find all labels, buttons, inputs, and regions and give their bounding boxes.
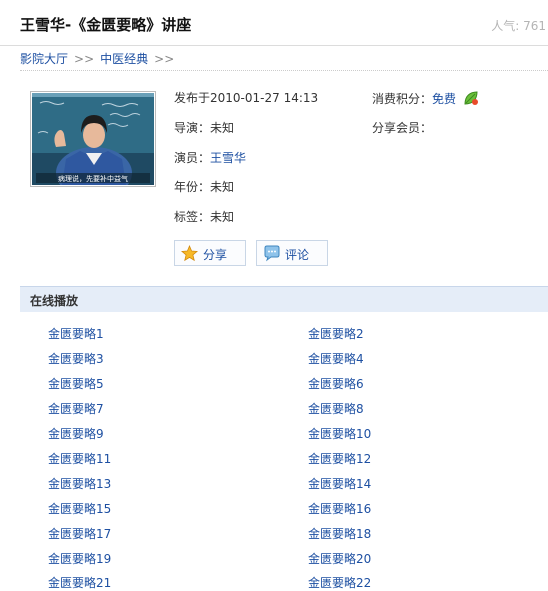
episode-link[interactable]: 金匮要略5 <box>48 375 104 392</box>
popularity-value: 761 <box>523 19 546 33</box>
year-label: 年份： <box>174 180 211 194</box>
share-button-label: 分享 <box>203 248 228 262</box>
sharer-label: 分享会员： <box>372 121 433 135</box>
leaf-icon <box>464 91 478 105</box>
episode-link[interactable]: 金匮要略22 <box>308 574 371 591</box>
tags-field: 标签：未知 <box>174 208 234 225</box>
video-poster[interactable]: 病理说，先要补中益气 <box>30 91 156 187</box>
sharer-field: 分享会员： <box>372 119 432 136</box>
episode-link[interactable]: 金匮要略20 <box>308 550 371 567</box>
cost-points: 消费积分：免费 <box>372 89 480 107</box>
year-value: 未知 <box>210 180 235 194</box>
breadcrumb-separator: >> <box>154 52 175 66</box>
online-play-title: 在线播放 <box>30 294 79 308</box>
cost-points-label: 消费积分： <box>372 92 433 106</box>
episode-link[interactable]: 金匮要略17 <box>48 525 111 542</box>
breadcrumb-separator: >> <box>74 52 95 66</box>
episode-link[interactable]: 金匮要略14 <box>308 475 371 492</box>
star-icon <box>181 245 198 262</box>
breadcrumb-tcm-classics[interactable]: 中医经典 <box>100 52 148 66</box>
publish-date-label: 发布于 <box>174 91 211 105</box>
poster-image: 病理说，先要补中益气 <box>32 93 154 185</box>
episode-link[interactable]: 金匮要略2 <box>308 325 364 342</box>
comment-button[interactable]: 评论 <box>256 240 328 266</box>
popularity-counter: 人气: 761 <box>491 19 546 33</box>
episode-link[interactable]: 金匮要略18 <box>308 525 371 542</box>
publish-date-value: 2010-01-27 14:13 <box>210 91 319 105</box>
director-field: 导演：未知 <box>174 119 234 136</box>
cost-points-value[interactable]: 免费 <box>432 92 456 106</box>
online-play-header: 在线播放 <box>20 286 548 312</box>
tags-label: 标签： <box>174 210 211 224</box>
page-title: 王雪华-《金匮要略》讲座 <box>20 16 192 34</box>
comment-icon <box>264 245 280 262</box>
episode-link[interactable]: 金匮要略16 <box>308 500 371 517</box>
actor-field: 演员：王雪华 <box>174 149 246 166</box>
comment-button-label: 评论 <box>285 248 310 262</box>
actor-link[interactable]: 王雪华 <box>210 151 246 165</box>
poster-caption: 病理说，先要补中益气 <box>58 174 128 183</box>
director-label: 导演： <box>174 121 211 135</box>
episode-link[interactable]: 金匮要略12 <box>308 450 371 467</box>
episode-link[interactable]: 金匮要略15 <box>48 500 111 517</box>
episode-link[interactable]: 金匮要略4 <box>308 350 364 367</box>
episode-link[interactable]: 金匮要略10 <box>308 425 371 442</box>
episode-link[interactable]: 金匮要略13 <box>48 475 111 492</box>
episode-link[interactable]: 金匮要略7 <box>48 400 104 417</box>
breadcrumb-divider <box>20 70 548 71</box>
episode-link[interactable]: 金匮要略1 <box>48 325 104 342</box>
director-value: 未知 <box>210 121 235 135</box>
year-field: 年份：未知 <box>174 178 234 195</box>
page-header: 王雪华-《金匮要略》讲座 人气: 761 <box>0 0 548 46</box>
episode-link[interactable]: 金匮要略9 <box>48 425 104 442</box>
tags-value: 未知 <box>210 210 235 224</box>
breadcrumb-cinema-hall[interactable]: 影院大厅 <box>20 52 68 66</box>
breadcrumb: 影院大厅 >> 中医经典 >> <box>20 50 180 67</box>
publish-date: 发布于2010-01-27 14:13 <box>174 89 318 106</box>
episode-link[interactable]: 金匮要略19 <box>48 550 111 567</box>
episode-link[interactable]: 金匮要略6 <box>308 375 364 392</box>
actor-label: 演员： <box>174 151 211 165</box>
share-button[interactable]: 分享 <box>174 240 246 266</box>
episode-link[interactable]: 金匮要略21 <box>48 574 111 591</box>
episode-link[interactable]: 金匮要略8 <box>308 400 364 417</box>
episode-link[interactable]: 金匮要略3 <box>48 350 104 367</box>
episode-link[interactable]: 金匮要略11 <box>48 450 111 467</box>
popularity-label: 人气 <box>491 19 516 33</box>
